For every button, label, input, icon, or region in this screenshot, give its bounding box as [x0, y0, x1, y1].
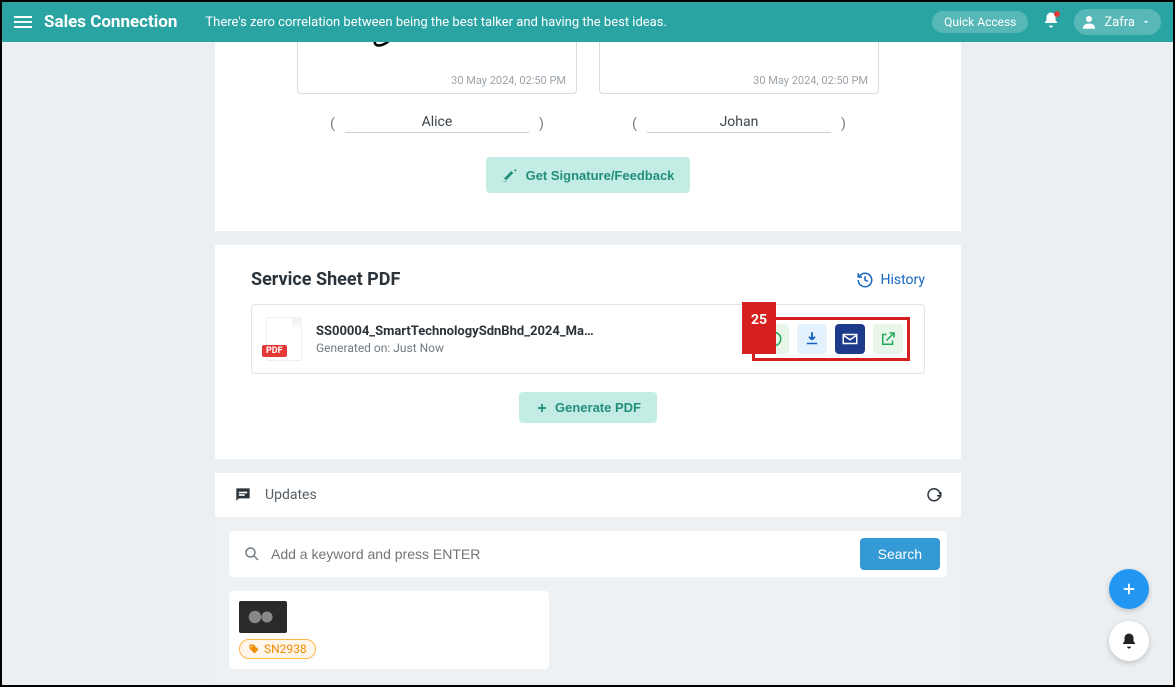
topbar: Sales Connection There's zero correlatio… — [2, 2, 1173, 42]
plus-icon — [1120, 580, 1138, 598]
open-external-button[interactable] — [873, 324, 903, 354]
pdf-generated-on: Generated on: Just Now — [316, 341, 738, 355]
open-external-icon — [879, 330, 897, 348]
chevron-down-icon — [1141, 17, 1151, 27]
bell-icon — [1120, 632, 1138, 650]
generate-pdf-button[interactable]: Generate PDF — [519, 392, 657, 423]
brand: Sales Connection — [44, 12, 177, 32]
tagline: There's zero correlation between being t… — [205, 15, 932, 30]
tag-icon — [248, 643, 260, 655]
plus-icon — [535, 401, 549, 415]
pdf-section-title: Service Sheet PDF — [251, 269, 400, 290]
updates-search: Search — [229, 531, 947, 577]
signature-icon — [502, 167, 518, 183]
get-signature-feedback-button[interactable]: Get Signature/Feedback — [486, 157, 691, 193]
email-button[interactable] — [835, 324, 865, 354]
pdf-filename: SS00004_SmartTechnologySdnBhd_2024_Ma… — [316, 324, 596, 339]
signature-box: 30 May 2024, 02:50 PM ( Johan ) — [599, 42, 879, 133]
search-input[interactable] — [271, 546, 850, 562]
refresh-icon[interactable] — [925, 486, 943, 504]
history-link[interactable]: History — [856, 271, 925, 289]
callout-marker: 25 — [742, 302, 776, 354]
signatures-card: 30 May 2024, 02:50 PM ( Alice ) 30 — [215, 42, 961, 231]
signature-box: 30 May 2024, 02:50 PM ( Alice ) — [297, 42, 577, 133]
signature-date: 30 May 2024, 02:50 PM — [753, 74, 868, 87]
floating-actions — [1109, 569, 1149, 661]
user-menu[interactable]: Zafra — [1074, 9, 1161, 35]
page-body: 30 May 2024, 02:50 PM ( Alice ) 30 — [2, 42, 1173, 685]
download-button[interactable] — [797, 324, 827, 354]
pdf-file-row: PDF SS00004_SmartTechnologySdnBhd_2024_M… — [251, 304, 925, 374]
updates-label: Updates — [265, 487, 913, 503]
download-icon — [803, 330, 821, 348]
service-sheet-pdf-card: Service Sheet PDF History PDF SS00004_Sm… — [215, 245, 961, 459]
menu-icon[interactable] — [14, 16, 32, 28]
search-icon — [243, 545, 261, 563]
update-thumbnail — [239, 601, 287, 633]
email-icon — [841, 330, 859, 348]
update-item[interactable]: SN2938 — [229, 591, 549, 669]
quick-access-button[interactable]: Quick Access — [932, 11, 1028, 33]
updates-body: Search SN2938 — [215, 517, 961, 683]
tag-chip[interactable]: SN2938 — [239, 639, 316, 659]
updates-header: Updates — [215, 473, 961, 517]
notifications-icon[interactable] — [1042, 11, 1060, 33]
search-button[interactable]: Search — [860, 538, 940, 570]
message-icon — [233, 485, 253, 505]
signature-date: 30 May 2024, 02:50 PM — [451, 74, 566, 87]
history-icon — [856, 271, 874, 289]
add-fab[interactable] — [1109, 569, 1149, 609]
alerts-fab[interactable] — [1109, 621, 1149, 661]
signature-name: Alice — [345, 114, 529, 133]
user-name: Zafra — [1104, 15, 1135, 30]
signature-name: Johan — [647, 114, 831, 133]
pdf-file-icon: PDF — [266, 317, 302, 361]
